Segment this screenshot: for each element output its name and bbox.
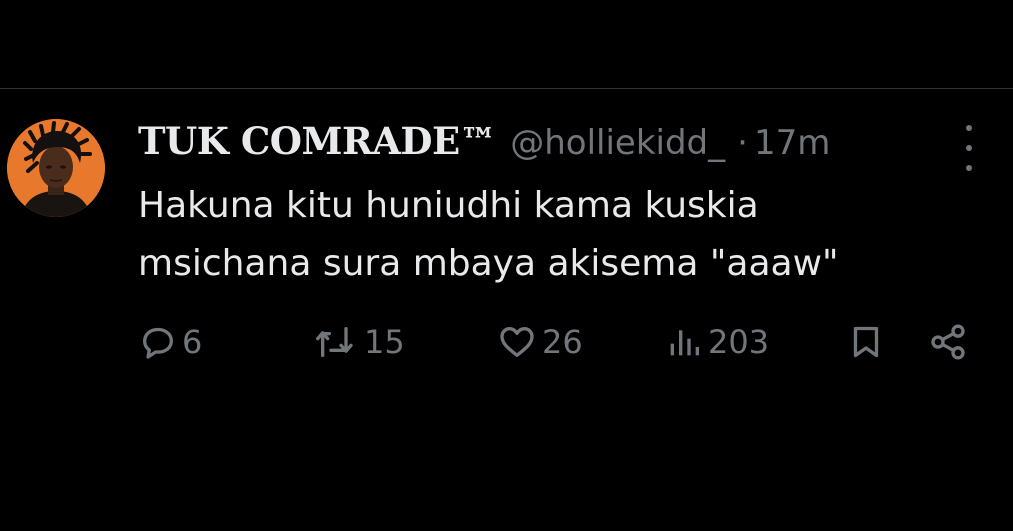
- share-button[interactable]: [928, 314, 968, 370]
- like-count: 26: [542, 323, 583, 361]
- retweet-button[interactable]: 15: [312, 314, 405, 370]
- timestamp[interactable]: 17m: [754, 123, 830, 163]
- views-icon: [670, 330, 699, 356]
- retweet-icon: [316, 327, 353, 357]
- share-icon: [931, 324, 965, 360]
- more-dot: [966, 165, 972, 171]
- display-name[interactable]: TUK COMRADE™: [138, 119, 497, 163]
- like-button[interactable]: 26: [496, 314, 583, 370]
- action-bar: 6 15 26 203: [0, 314, 1013, 370]
- tweet-card[interactable]: TUK COMRADE™ @holliekidd_ · 17m Hakuna k…: [0, 89, 1013, 531]
- tweet-text: Hakuna kitu huniudhi kama kuskia msichan…: [138, 177, 958, 293]
- more-dot: [966, 145, 972, 151]
- retweet-count: 15: [364, 323, 405, 361]
- more-options-icon[interactable]: [958, 125, 980, 171]
- bookmark-icon: [853, 326, 879, 358]
- user-handle[interactable]: @holliekidd_: [510, 123, 725, 163]
- reply-icon: [143, 327, 173, 359]
- views-button[interactable]: 203: [664, 314, 769, 370]
- tweet-header: TUK COMRADE™ @holliekidd_ · 17m: [138, 119, 830, 165]
- avatar[interactable]: [7, 119, 105, 217]
- bookmark-button[interactable]: [848, 314, 884, 370]
- avatar-image: [7, 119, 105, 217]
- tweet-text-line: Hakuna kitu huniudhi kama kuskia: [138, 185, 759, 226]
- separator-dot: ·: [737, 123, 748, 163]
- more-dot: [966, 125, 972, 131]
- tweet-text-line: msichana sura mbaya akisema "aaaw": [138, 243, 839, 284]
- like-icon: [500, 327, 534, 357]
- reply-count: 6: [182, 323, 203, 361]
- views-count: 203: [708, 323, 770, 361]
- reply-button[interactable]: 6: [138, 314, 202, 370]
